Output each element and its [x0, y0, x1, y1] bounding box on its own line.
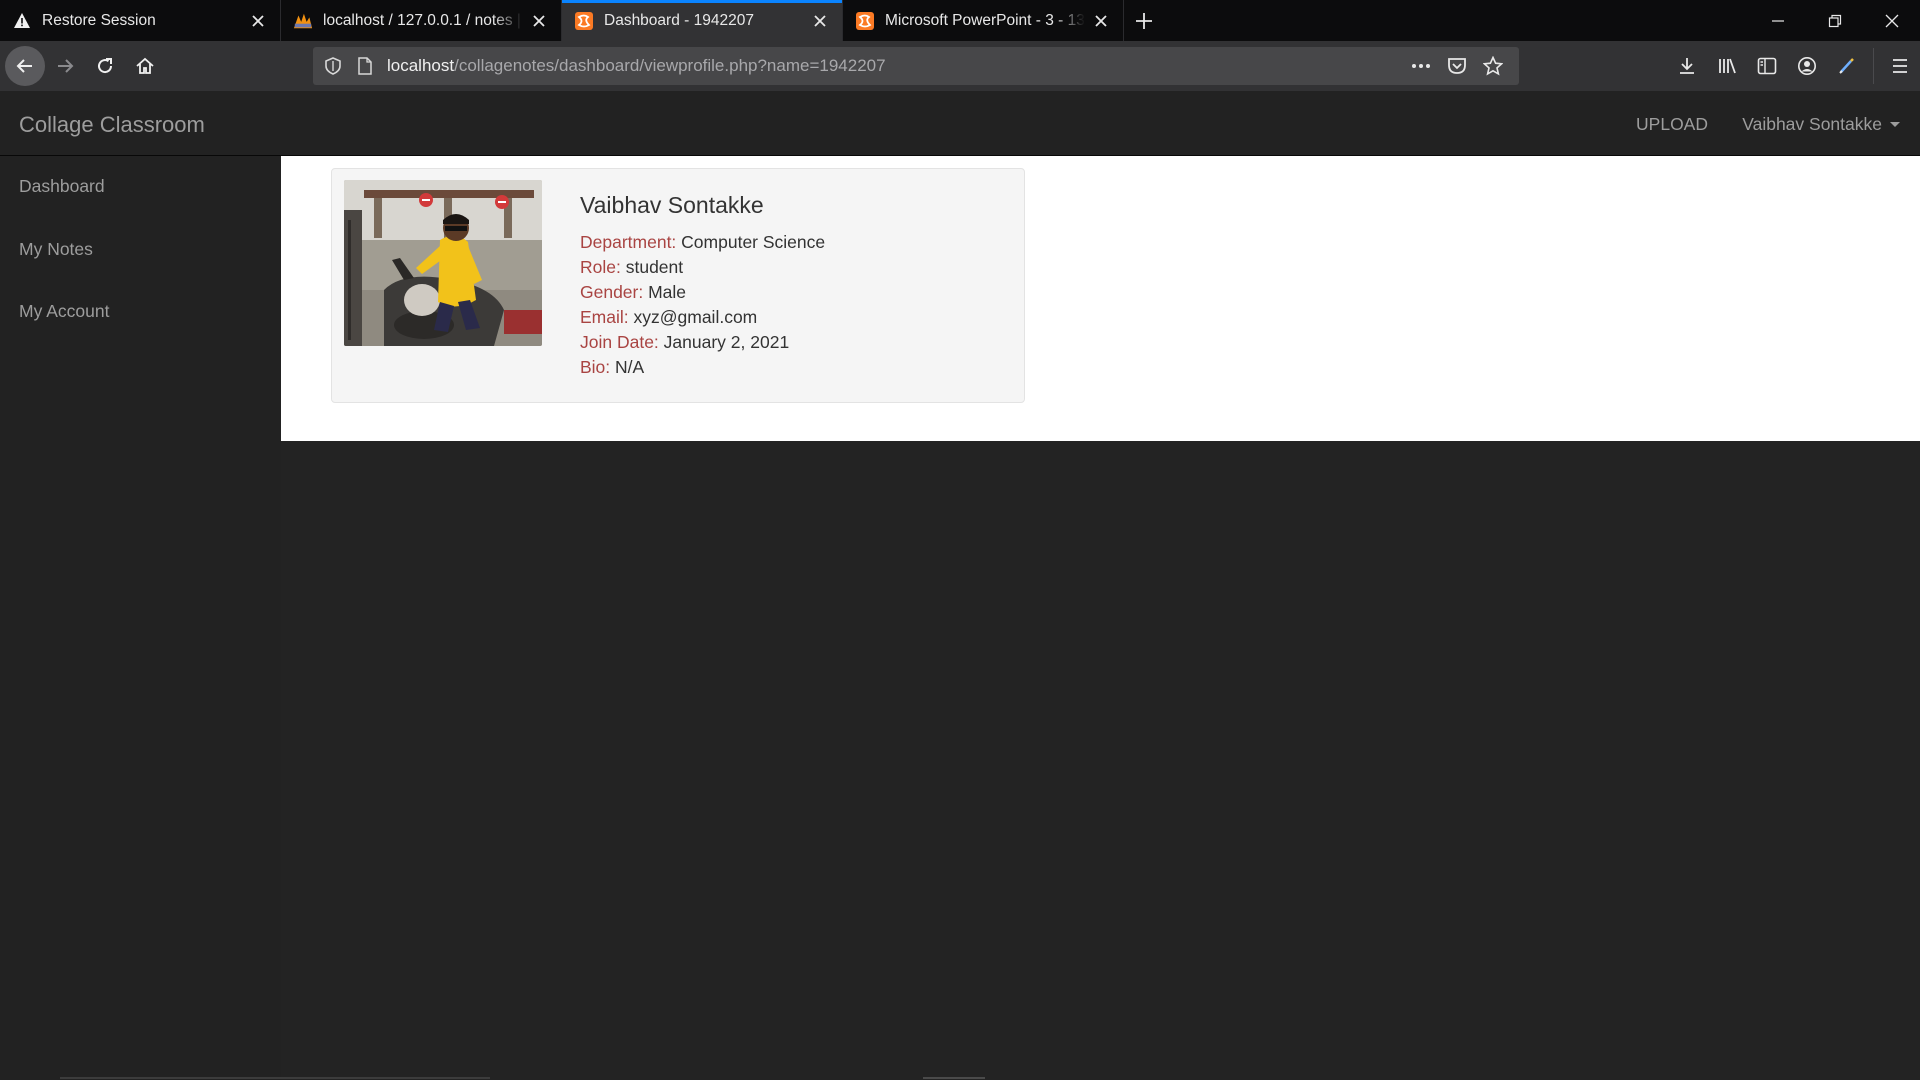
- tab-title: Dashboard - 1942207: [604, 11, 754, 29]
- close-tab-icon[interactable]: [529, 11, 549, 31]
- url-path: /collagenotes/dashboard/viewprofile.php?…: [454, 56, 886, 75]
- arrow-left-icon: [16, 59, 32, 73]
- restore-button[interactable]: [1806, 0, 1863, 41]
- sidebar-item-my-account[interactable]: My Account: [19, 301, 109, 322]
- scrollbar-thumb[interactable]: [923, 1077, 985, 1079]
- tab-dashboard[interactable]: Dashboard - 1942207: [562, 0, 843, 41]
- sidebar-item-dashboard[interactable]: Dashboard: [19, 176, 105, 197]
- profile-name: Vaibhav Sontakke: [580, 192, 764, 218]
- home-icon: [136, 57, 154, 74]
- caret-down-icon: [1890, 122, 1900, 127]
- toolbar-right: [1667, 41, 1920, 91]
- field-label: Bio:: [580, 357, 611, 377]
- field-email: Email: xyz@gmail.com: [580, 307, 757, 328]
- minimize-icon: [1771, 19, 1784, 22]
- close-tab-icon[interactable]: [1091, 11, 1111, 31]
- sidebar: Dashboard My Notes My Account: [0, 156, 281, 1080]
- toolbar-separator: [1873, 48, 1874, 84]
- sidebar-icon: [1757, 57, 1777, 75]
- xampp-icon: [855, 11, 875, 31]
- more-dots-icon: [1412, 64, 1430, 68]
- download-icon: [1680, 58, 1694, 74]
- sidebar-toggle-button[interactable]: [1747, 46, 1787, 86]
- pocket-icon: [1448, 58, 1466, 74]
- home-button[interactable]: [125, 46, 165, 86]
- page-icon[interactable]: [353, 54, 377, 78]
- account-icon: [1798, 57, 1816, 75]
- browser-tab-bar: Restore Session localhost / 127.0.0.1 / …: [0, 0, 1920, 41]
- restore-icon: [1828, 14, 1841, 27]
- sidebar-item-my-notes[interactable]: My Notes: [19, 239, 93, 260]
- field-role: Role: student: [580, 257, 683, 278]
- reload-icon: [98, 58, 113, 74]
- warning-icon: [12, 11, 32, 31]
- url-actions: [1403, 47, 1511, 85]
- field-value: N/A: [615, 357, 645, 377]
- reload-button[interactable]: [85, 46, 125, 86]
- tab-title: localhost / 127.0.0.1 / notes | phpMyAdm…: [323, 11, 523, 29]
- field-value: student: [625, 257, 684, 277]
- field-department: Department: Computer Science: [580, 232, 825, 253]
- field-label: Join Date:: [580, 332, 659, 352]
- app-navbar: Collage Classroom UPLOAD Vaibhav Sontakk…: [0, 91, 1920, 156]
- hamburger-icon: [1893, 59, 1907, 73]
- xampp-icon: [574, 11, 594, 31]
- phpmyadmin-icon: [293, 11, 313, 31]
- field-value: Computer Science: [681, 232, 826, 252]
- field-value: Male: [648, 282, 687, 302]
- field-value: January 2, 2021: [663, 332, 790, 352]
- profile-card: Vaibhav Sontakke Department: Computer Sc…: [331, 168, 1025, 403]
- url-bar[interactable]: localhost/collagenotes/dashboard/viewpro…: [313, 47, 1519, 85]
- field-bio: Bio: N/A: [580, 357, 644, 378]
- tab-title: Microsoft PowerPoint - 3 - 1369: [885, 11, 1085, 29]
- field-label: Department:: [580, 232, 677, 252]
- downloads-button[interactable]: [1667, 46, 1707, 86]
- library-button[interactable]: [1707, 46, 1747, 86]
- field-label: Role:: [580, 257, 621, 277]
- pocket-button[interactable]: [1439, 48, 1475, 84]
- new-tab-button[interactable]: [1124, 0, 1164, 41]
- back-button[interactable]: [5, 46, 45, 86]
- brand-link[interactable]: Collage Classroom: [19, 112, 205, 138]
- window-controls: [1749, 0, 1920, 41]
- tab-powerpoint[interactable]: Microsoft PowerPoint - 3 - 1369: [843, 0, 1124, 41]
- url-text[interactable]: localhost/collagenotes/dashboard/viewpro…: [387, 56, 886, 76]
- tab-title: Restore Session: [42, 11, 156, 29]
- user-menu-dropdown[interactable]: Vaibhav Sontakke: [1742, 114, 1900, 135]
- page-actions-button[interactable]: [1403, 48, 1439, 84]
- field-join-date: Join Date: January 2, 2021: [580, 332, 789, 353]
- star-icon: [1483, 56, 1503, 76]
- tab-restore-session[interactable]: Restore Session: [0, 0, 281, 41]
- extension-button[interactable]: [1827, 46, 1867, 86]
- user-name: Vaibhav Sontakke: [1742, 114, 1882, 134]
- close-window-button[interactable]: [1863, 0, 1920, 41]
- field-label: Gender:: [580, 282, 644, 302]
- plus-icon: [1136, 12, 1152, 29]
- field-value: xyz@gmail.com: [633, 307, 758, 327]
- menu-button[interactable]: [1880, 46, 1920, 86]
- field-label: Email:: [580, 307, 629, 327]
- account-button[interactable]: [1787, 46, 1827, 86]
- shield-icon[interactable]: [321, 54, 345, 78]
- forward-button[interactable]: [45, 46, 85, 86]
- field-gender: Gender: Male: [580, 282, 686, 303]
- close-tab-icon[interactable]: [810, 11, 830, 31]
- main-content: Vaibhav Sontakke Department: Computer Sc…: [281, 156, 1920, 441]
- url-host: localhost: [387, 56, 455, 75]
- close-tab-icon[interactable]: [248, 11, 268, 31]
- horizontal-scrollbar[interactable]: [60, 1077, 490, 1079]
- library-icon: [1719, 58, 1736, 74]
- pen-icon: [1839, 58, 1854, 74]
- bookmark-button[interactable]: [1475, 48, 1511, 84]
- tab-phpmyadmin[interactable]: localhost / 127.0.0.1 / notes | phpMyAdm…: [281, 0, 562, 41]
- browser-toolbar: localhost/collagenotes/dashboard/viewpro…: [0, 41, 1920, 91]
- profile-photo: [344, 180, 542, 346]
- arrow-right-icon: [58, 59, 74, 73]
- upload-link[interactable]: UPLOAD: [1636, 114, 1708, 135]
- minimize-button[interactable]: [1749, 0, 1806, 41]
- close-icon: [1885, 14, 1898, 27]
